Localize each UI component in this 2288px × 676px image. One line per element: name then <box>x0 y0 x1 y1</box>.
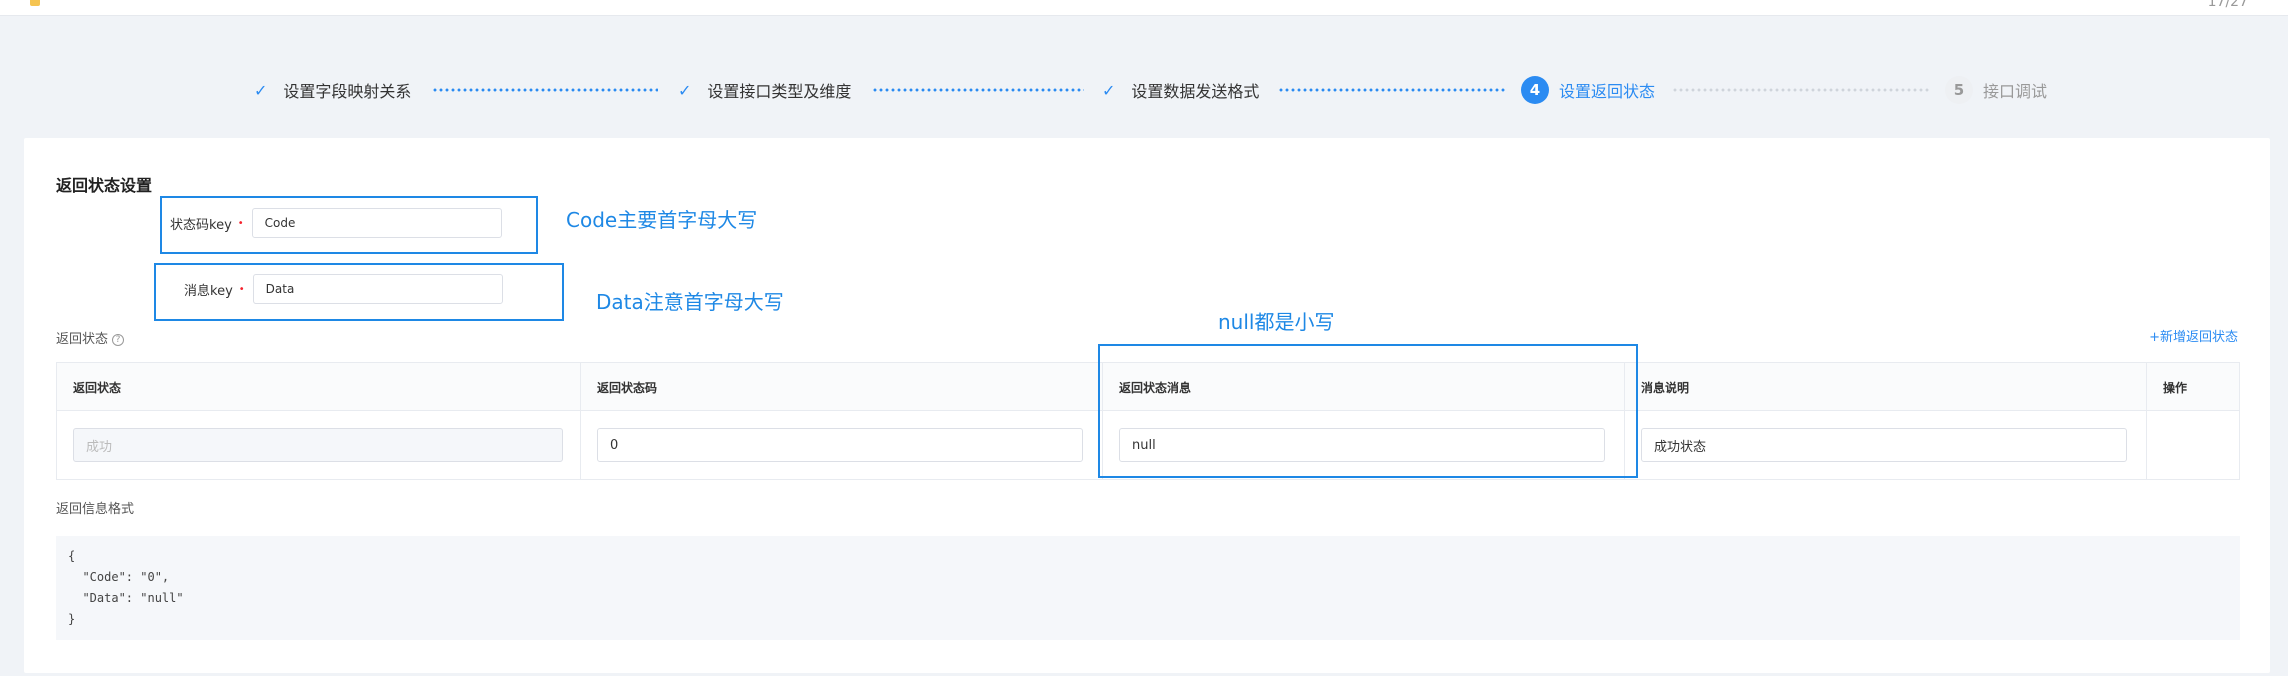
annotation-box-data <box>154 263 564 321</box>
table-cell: 0 <box>581 411 1103 479</box>
step-label: 设置字段映射关系 <box>283 82 412 101</box>
column-header: 返回状态码 <box>581 363 1103 411</box>
annotation-box-code <box>160 196 538 254</box>
annotation-code-note: Code主要首字母大写 <box>566 208 758 232</box>
step-label: 设置返回状态 <box>1559 82 1656 101</box>
return-format-code: { "Code": "0", "Data": "null" } <box>56 536 2240 640</box>
check-icon: ✓ <box>678 80 692 100</box>
column-header: 返回状态 <box>57 363 581 411</box>
step-send-format[interactable]: ✓ 设置数据发送格式 <box>1102 68 1259 112</box>
top-notification-bar: 17/27 <box>0 0 2288 16</box>
column-header: 操作 <box>2163 380 2188 395</box>
step-connector <box>872 88 1084 92</box>
add-return-status-link[interactable]: +新增返回状态 <box>2149 326 2238 345</box>
column-header: 消息说明 <box>1625 363 2147 411</box>
table-cell: 成功状态 <box>1625 411 2147 479</box>
step-field-mapping[interactable]: ✓ 设置字段映射关系 <box>254 68 411 112</box>
actions-cell <box>2147 411 2239 479</box>
step-connector <box>432 88 658 92</box>
annotation-null-note: null都是小写 <box>1218 310 1335 334</box>
step-label: 接口调试 <box>1983 82 2048 101</box>
return-status-label-text: 返回状态 <box>56 332 109 347</box>
annotation-box-null <box>1098 344 1638 478</box>
step-interface-type[interactable]: ✓ 设置接口类型及维度 <box>678 68 851 112</box>
wizard-steps: ✓ 设置字段映射关系 ✓ 设置接口类型及维度 ✓ 设置数据发送格式 4 设置返回… <box>0 68 2288 112</box>
check-icon: ✓ <box>254 80 268 100</box>
help-icon[interactable]: ? <box>112 333 125 346</box>
step-return-status[interactable]: 4 设置返回状态 <box>1521 68 1655 112</box>
return-format-label: 返回信息格式 <box>56 502 135 517</box>
return-status-label: 返回状态? <box>56 328 125 347</box>
return-status-card: 返回状态设置 状态码key • Code 消息key • Data Code主要… <box>24 138 2270 673</box>
table-cell: 成功 <box>57 411 581 479</box>
step-label: 设置接口类型及维度 <box>707 82 852 101</box>
step-number: 5 <box>1945 76 1973 104</box>
description-input[interactable]: 成功状态 <box>1641 428 2127 462</box>
section-title: 返回状态设置 <box>56 176 153 195</box>
step-connector <box>1278 88 1506 92</box>
annotation-data-note: Data注意首字母大写 <box>596 290 784 314</box>
check-icon: ✓ <box>1102 80 1116 100</box>
clip-icon <box>30 0 40 6</box>
step-connector <box>1672 88 1930 92</box>
status-code-input[interactable]: 0 <box>597 428 1083 462</box>
page-indicator: 17/27 <box>2207 0 2248 10</box>
step-label: 设置数据发送格式 <box>1131 82 1260 101</box>
step-number: 4 <box>1521 76 1549 104</box>
status-input: 成功 <box>73 428 563 462</box>
step-interface-debug[interactable]: 5 接口调试 <box>1945 68 2047 112</box>
